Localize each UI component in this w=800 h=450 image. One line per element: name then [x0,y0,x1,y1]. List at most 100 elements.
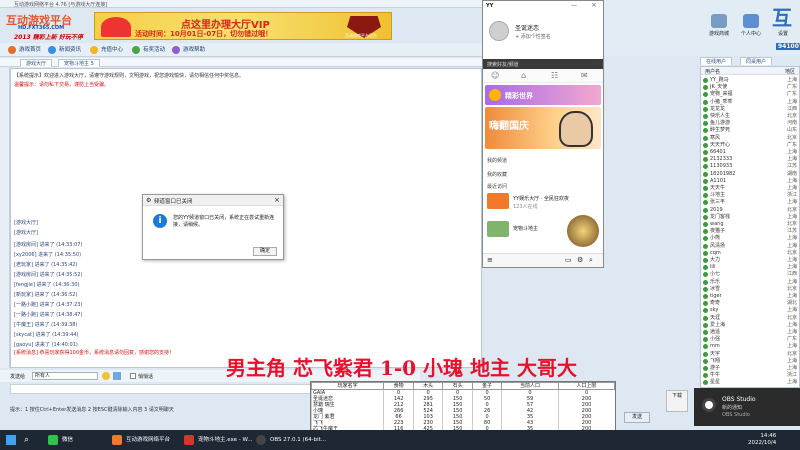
search-icon[interactable]: ⌕ [24,435,29,445]
user-row[interactable]: 天天牛 上海 [703,185,799,192]
profile-button[interactable]: 个人中心 [736,14,766,37]
toolbar-recharge[interactable]: 充值中心 [90,45,123,55]
user-row[interactable]: A1101 上海 [703,178,799,185]
toolbar-activity[interactable]: 有奖活动 [132,45,165,55]
user-row[interactable]: 飞翔 上海 [703,358,799,365]
user-row[interactable]: 18201982 湖南 [703,171,799,178]
user-row[interactable]: 冰雪 北京 [703,286,799,293]
video-icon[interactable]: ▭ [565,256,572,264]
clock[interactable]: 14:46 2022/10/4 [748,433,776,447]
user-status-icon [703,128,708,134]
user-row[interactable]: 2019 北京 [703,207,799,214]
emoji-icon[interactable] [102,372,110,380]
minimize-icon[interactable]: — [571,2,577,9]
avatar[interactable] [489,21,509,41]
task-game-window[interactable]: 宠物斗地主.exe - W... [180,432,253,448]
user-row[interactable]: sky 上海 [703,307,799,314]
download-button[interactable]: 下载 [666,390,688,412]
user-row[interactable]: mm 上海 [703,343,799,350]
user-row[interactable]: 宠物_来福 广东 [703,91,799,98]
person-icon[interactable]: ☺ [491,71,499,80]
col-region[interactable]: 地区 [785,68,795,75]
user-row[interactable]: 乐乐 上海 [703,279,799,286]
col-username[interactable]: 用户名 [705,68,720,75]
task-obs[interactable]: OBS 27.0.1 (64-bit... [252,432,326,448]
user-row[interactable]: 奇奇 湖北 [703,300,799,307]
user-row[interactable]: 天天开心 广东 [703,142,799,149]
windows-icon[interactable] [6,435,16,445]
user-row[interactable]: 2132333 上海 [703,156,799,163]
game-thumb[interactable] [487,221,509,237]
user-row[interactable]: 逍遥 上海 [703,329,799,336]
user-row[interactable]: 小强 广东 [703,336,799,343]
ad-banner-world[interactable]: 精彩世界 [485,85,601,105]
user-row[interactable]: 牛牛 浙江 [703,372,799,379]
game-emblem[interactable] [567,215,599,247]
shop-button[interactable]: 游戏商城 [704,14,734,37]
user-row[interactable]: 星星 上海 [703,379,799,386]
yy-my-favorites[interactable]: 我的收藏 [487,171,507,178]
channel-closed-dialog: ⚙ 频道窗口已关闭 × i 您的YY频道窗口已关闭，系统正在尝试重新连接，请稍候… [142,194,284,260]
user-row[interactable]: 风清扬 上海 [703,243,799,250]
yy-signature[interactable]: + 添加个性签名 [515,33,551,40]
logo-domain: HD.FXT365.COM [18,25,65,31]
group-icon[interactable]: ☷ [551,71,558,80]
user-row[interactable]: tiger 上海 [703,293,799,300]
vip-banner[interactable]: 点这里办理大厅VIP 活动时间：10月01日-07日，切勿错过哦！ 互动游戏平台… [94,12,392,40]
user-row[interactable]: 龙门客栈 上海 [703,214,799,221]
yy-username[interactable]: 圣诞迷恋 [515,23,539,32]
user-row[interactable]: 快乐人生 北京 [703,113,799,120]
tab-lobby[interactable]: 游戏大厅 [20,59,53,67]
site-logo[interactable]: 互动游戏平台 HD.FXT365.COM 2013 精彩上新 好玩不停 [6,12,92,42]
user-row[interactable]: 66401 上海 [703,149,799,156]
user-row[interactable]: 小熊 上海 [703,235,799,242]
user-row[interactable]: 天涯 北京 [703,315,799,322]
toolbar-home[interactable]: 游戏首页 [8,45,41,55]
user-row[interactable]: 醉生梦死 山东 [703,127,799,134]
game-title[interactable]: YY娱乐大厅 · 全民狂欢夜 [513,195,569,202]
user-row[interactable]: 大力 上海 [703,257,799,264]
user-row[interactable]: 张三丰 上海 [703,199,799,206]
yy-recent[interactable]: 最近访问 [487,183,507,190]
user-row[interactable]: YY_跑马 上海 [703,77,799,84]
close-icon[interactable]: × [591,1,597,9]
send-to-select[interactable]: 所有人 [32,372,98,380]
tab-room[interactable]: 宠物斗地主 5 [58,59,100,67]
user-row[interactable]: 1130933 江苏 [703,163,799,170]
obs-notification[interactable]: OBS Studio 新的通知 OBS Studio [694,388,800,426]
settings-icon[interactable]: ⚙ [577,256,583,264]
toolbar-news[interactable]: 新闻资讯 [48,45,81,55]
user-row[interactable]: wang 北京 [703,221,799,228]
whisper-checkbox[interactable] [130,373,136,379]
yy-my-channel[interactable]: 我的频道 [487,157,507,164]
user-row[interactable]: 游子 上海 [703,365,799,372]
ok-button[interactable]: 确定 [253,247,277,256]
settings-button[interactable]: 设置 [768,30,798,37]
search-icon[interactable]: ⌕ [589,256,593,265]
close-icon[interactable]: × [274,196,280,204]
send-button[interactable]: 发送 [624,412,650,423]
toolbar-help[interactable]: 游戏帮助 [172,45,205,55]
user-row[interactable]: 爱上海 上海 [703,322,799,329]
ad-banner-holiday[interactable]: 嗨翻国庆 [485,107,601,149]
yy-search[interactable]: 搜索好友/频道 [483,59,603,69]
image-icon[interactable] [113,372,121,380]
user-row[interactable]: 龙龙龙 江西 [703,106,799,113]
user-row[interactable]: 小七 江西 [703,271,799,278]
game-title[interactable]: 宠物斗地主 [513,225,538,232]
home-icon[interactable]: ⌂ [521,71,526,80]
user-row[interactable]: 小猪_乖乖 上海 [703,99,799,106]
chat-icon[interactable]: ✉ [581,71,588,80]
help-icon [172,46,180,54]
user-list[interactable]: 用户名 地区 YY_跑马 上海 JK_天使 广东 宠物_来福 广东 小猪_乖乖 上海 龙龙龙 江西… [700,66,800,388]
user-row[interactable]: cqm 北京 [703,250,799,257]
send-to-label: 发送给 [10,374,26,380]
tab-online-users[interactable]: 在线用户 [700,57,733,65]
game-thumb[interactable] [487,193,509,209]
user-row[interactable]: 寒风 北京 [703,135,799,142]
task-game-platform[interactable]: 互动游戏网络平台 [108,432,170,448]
user-row[interactable]: 天宇 北京 [703,351,799,358]
task-wechat[interactable]: 微信 [44,432,73,448]
tab-table-users[interactable]: 同桌用户 [740,57,773,65]
menu-icon[interactable]: ≡ [487,256,493,264]
